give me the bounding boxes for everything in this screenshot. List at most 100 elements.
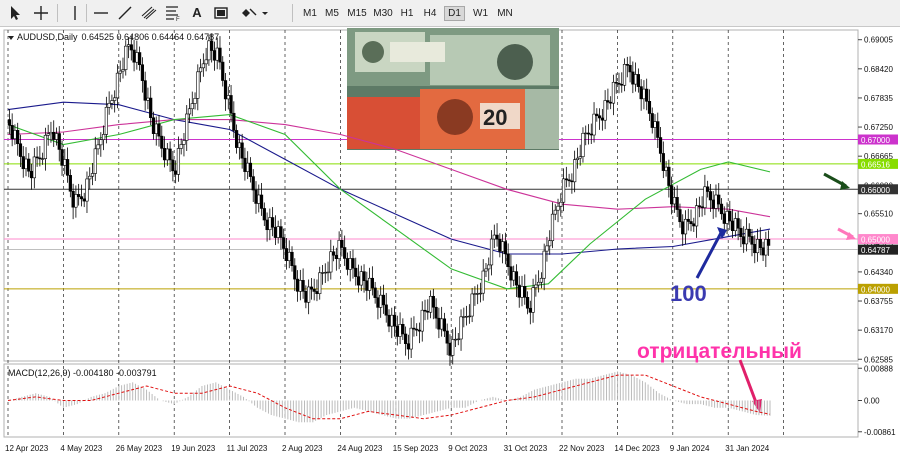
candle-body xyxy=(501,241,505,252)
candle-body xyxy=(298,280,302,292)
price-level-tag-text: 0.64000 xyxy=(861,285,890,294)
candle-body xyxy=(548,240,552,247)
candle-body xyxy=(271,217,275,228)
cursor-icon[interactable] xyxy=(6,4,24,22)
candle-body xyxy=(512,271,516,281)
candle-body xyxy=(279,226,283,238)
price-tick-label: 0.64340 xyxy=(864,268,893,277)
toolbar-separator xyxy=(57,4,58,22)
candle-body xyxy=(464,316,469,318)
candle-body xyxy=(692,223,696,227)
chart-area[interactable]: 20 AUDUSD,Daily 0.64525 0.64806 0.64464 0… xyxy=(0,27,900,454)
candle-body xyxy=(41,158,45,160)
candle-body xyxy=(670,185,674,205)
candle-body xyxy=(545,245,549,252)
candle-body xyxy=(597,115,602,119)
timeframe-mn[interactable]: MN xyxy=(494,6,516,21)
candle-body xyxy=(182,140,186,145)
timeframe-m30[interactable]: M30 xyxy=(371,6,395,21)
candle-body xyxy=(434,306,438,319)
candle-body xyxy=(694,205,699,227)
candle-body xyxy=(736,218,740,229)
candle-body xyxy=(210,40,214,51)
label-tool-icon[interactable] xyxy=(212,4,230,22)
candle-body xyxy=(556,205,560,211)
candle-body xyxy=(304,291,308,303)
timeframe-w1[interactable]: W1 xyxy=(470,6,491,21)
shapes-icon[interactable] xyxy=(240,4,258,22)
timeframe-h1[interactable]: H1 xyxy=(397,6,417,21)
candle-body xyxy=(320,272,325,274)
date-tick-label: 26 May 2023 xyxy=(116,444,163,453)
candle-body xyxy=(672,197,677,205)
candle-body xyxy=(198,67,203,73)
candle-body xyxy=(101,134,106,140)
candle-body xyxy=(268,217,272,231)
candle-body xyxy=(711,199,715,209)
candle-body xyxy=(730,220,735,232)
candle-body xyxy=(18,143,23,157)
crosshair-icon[interactable] xyxy=(32,4,50,22)
timeframe-m5[interactable]: M5 xyxy=(322,6,342,21)
candle-body xyxy=(315,291,319,294)
timeframe-m1[interactable]: M1 xyxy=(300,6,320,21)
fibonacci-icon[interactable]: F xyxy=(164,4,182,22)
candle-body xyxy=(744,228,749,245)
candle-body xyxy=(157,123,161,137)
candle-body xyxy=(523,286,527,298)
candle-body xyxy=(442,318,447,332)
candle-body xyxy=(52,131,56,140)
date-tick-label: 24 Aug 2023 xyxy=(337,444,382,453)
text-tool-icon[interactable]: A xyxy=(188,4,206,22)
vertical-line-icon[interactable] xyxy=(66,4,84,22)
trendline-icon[interactable] xyxy=(116,4,134,22)
channel-icon[interactable] xyxy=(140,4,158,22)
candle-body xyxy=(193,98,197,104)
candle-body xyxy=(318,272,322,294)
candle-body xyxy=(329,251,333,273)
candle-body xyxy=(445,330,449,344)
candle-body xyxy=(132,49,136,63)
candle-body xyxy=(232,112,236,131)
timeframe-m15[interactable]: M15 xyxy=(345,6,369,21)
candle-body xyxy=(295,278,300,292)
candle-body xyxy=(38,157,42,160)
candle-body xyxy=(176,148,181,175)
candle-body xyxy=(334,254,338,260)
candle-body xyxy=(606,100,610,103)
timeframe-h4[interactable]: H4 xyxy=(420,6,440,21)
candle-body xyxy=(487,264,491,270)
candle-body xyxy=(104,106,108,135)
price-tick-label: 0.63755 xyxy=(864,297,893,306)
chevron-down-icon[interactable] xyxy=(260,4,270,22)
candle-body xyxy=(539,277,543,283)
candle-body xyxy=(404,333,408,345)
candle-body xyxy=(573,159,577,183)
date-tick-label: 11 Jul 2023 xyxy=(227,444,268,453)
candle-body xyxy=(146,97,150,101)
candle-body xyxy=(484,268,488,272)
candle-body xyxy=(259,194,264,209)
current-price-tag-text: 0.64787 xyxy=(861,246,890,255)
price-level-tag-text: 0.65000 xyxy=(861,236,890,245)
candle-body xyxy=(223,80,228,100)
candle-body xyxy=(165,148,169,161)
candle-body xyxy=(381,294,386,306)
timeframe-d1[interactable]: D1 xyxy=(444,6,465,21)
candle-body xyxy=(415,328,419,331)
candle-body xyxy=(143,80,147,101)
price-level-tag-text: 0.66000 xyxy=(861,186,890,195)
candle-body xyxy=(343,247,347,259)
candle-body xyxy=(706,186,710,192)
candle-body xyxy=(758,239,762,249)
candle-body xyxy=(534,284,538,289)
candle-body xyxy=(514,271,519,286)
candle-body xyxy=(567,179,571,182)
candle-body xyxy=(553,209,557,215)
candle-body xyxy=(340,239,344,248)
candle-body xyxy=(739,227,743,237)
date-axis: 12 Apr 2023 4 May 2023 26 May 2023 19 Jun 2… xyxy=(5,444,770,453)
date-tick-label: 31 Oct 2023 xyxy=(504,444,548,453)
horizontal-line-icon[interactable] xyxy=(92,4,110,22)
candle-body xyxy=(647,101,652,114)
